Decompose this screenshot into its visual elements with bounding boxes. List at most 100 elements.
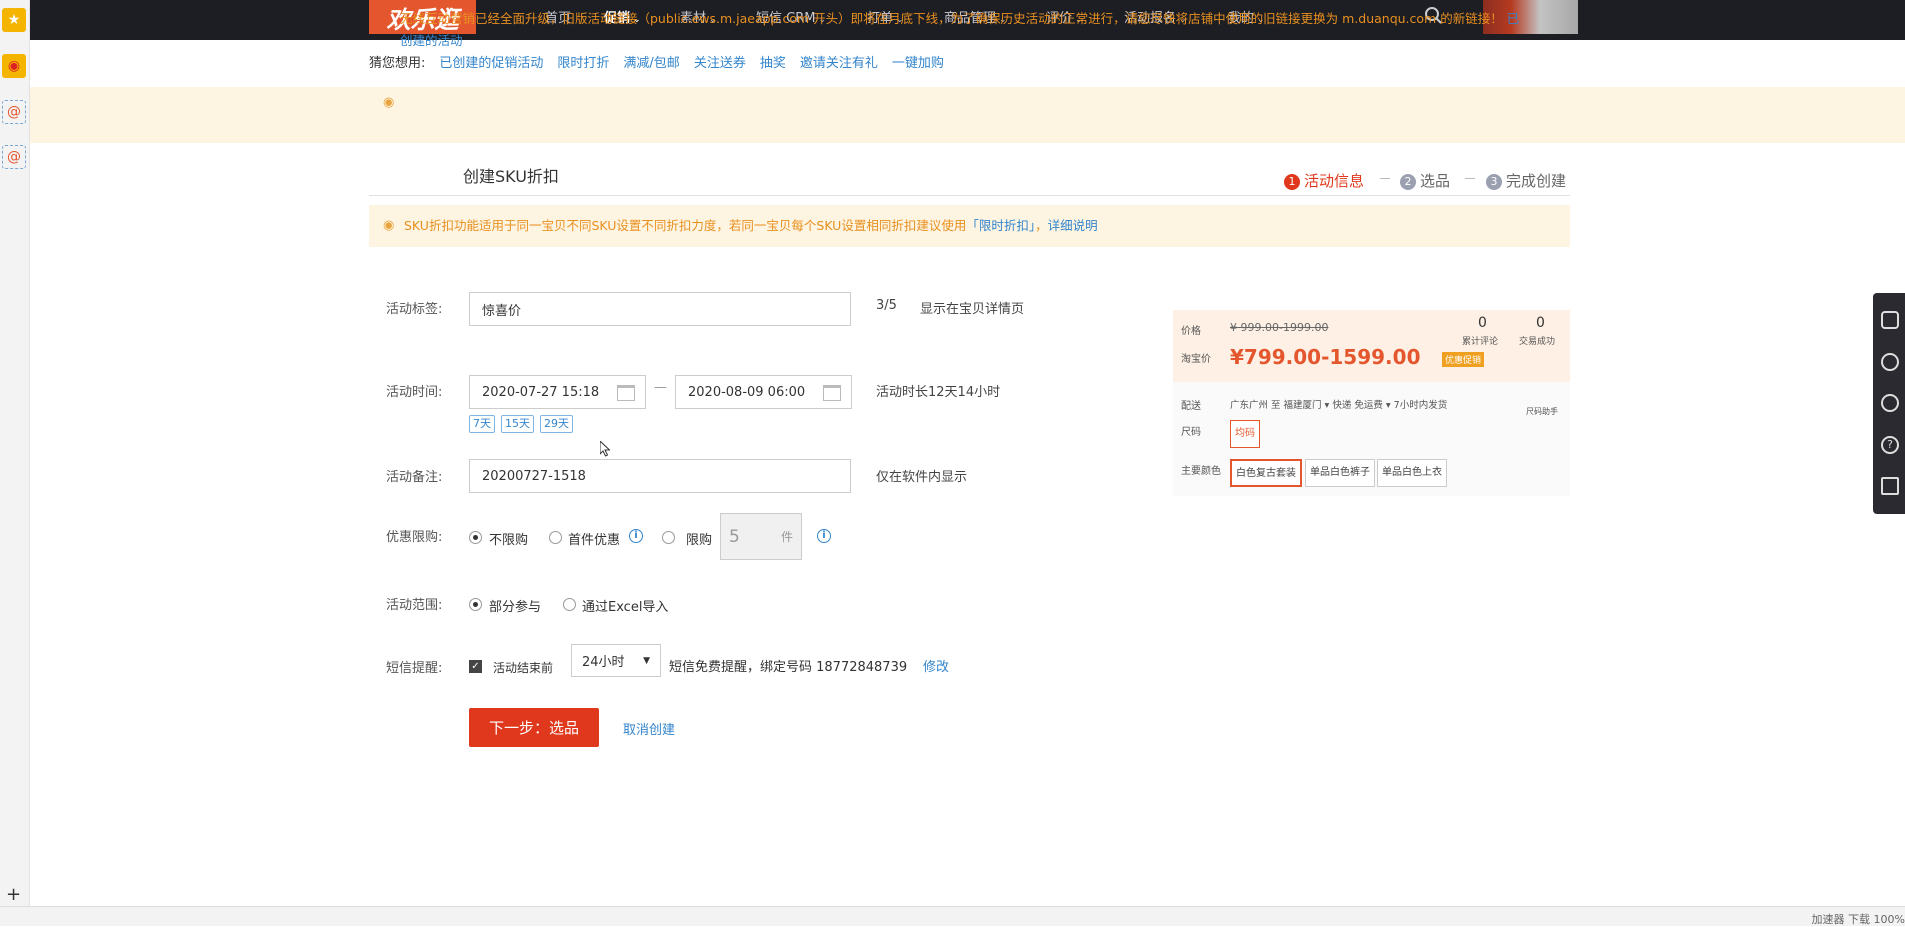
- preview-taobao-label: 淘宝价: [1181, 354, 1211, 365]
- mouse-cursor-icon: [600, 441, 610, 457]
- step-label: 活动信息: [1304, 172, 1365, 190]
- start-time-value: 2020-07-27 15:18: [482, 384, 600, 400]
- preview-size-helper: 尺码助手: [1526, 407, 1558, 416]
- weibo-icon[interactable]: ◉: [2, 54, 26, 78]
- edit-feedback-icon[interactable]: [1881, 477, 1899, 495]
- time-dash: —: [654, 380, 667, 395]
- tip-text: SKU折扣功能适用于同一宝贝不同SKU设置不同折扣力度，若同一宝贝每个SKU设置…: [404, 218, 967, 233]
- preview-color-option: 单品白色上衣: [1377, 459, 1447, 487]
- sms-checkbox[interactable]: ✓: [469, 660, 482, 673]
- suggested-link[interactable]: 限时打折: [557, 56, 609, 71]
- next-step-button[interactable]: 下一步：选品: [469, 708, 599, 747]
- radio-partial[interactable]: [469, 598, 482, 611]
- preview-reviews-label: 累计评论: [1462, 337, 1499, 347]
- notice-pin-icon: ◉: [383, 95, 395, 110]
- calendar-icon[interactable]: [617, 385, 635, 401]
- end-time-value: 2020-08-09 06:00: [688, 384, 806, 400]
- step-3: 3 完成创建: [1486, 170, 1566, 191]
- sms-info-text: 短信免费提醒，绑定号码 18772848739: [669, 660, 908, 675]
- time-label: 活动时间:: [386, 385, 443, 400]
- suggested-link[interactable]: 已创建的促销活动: [439, 56, 543, 71]
- step-label: 完成创建: [1506, 172, 1567, 190]
- preview-color-option: 白色复古套装: [1230, 459, 1302, 487]
- tip-pin-icon: ◉: [383, 218, 395, 233]
- limit-label: 优惠限购:: [386, 530, 443, 545]
- step-1: 1 活动信息: [1284, 170, 1364, 191]
- help-icon[interactable]: ?: [1881, 436, 1899, 454]
- radio-first-item-label: 首件优惠: [568, 533, 621, 548]
- preview-deals-label: 交易成功: [1519, 337, 1556, 347]
- tip-limited-discount-link[interactable]: 「限时折扣」: [966, 218, 1035, 233]
- end-time-input[interactable]: 2020-08-09 06:00: [675, 375, 852, 409]
- preview-sale-price: ¥799.00-1599.00: [1230, 345, 1421, 369]
- radio-first-item[interactable]: [549, 531, 562, 544]
- scope-label: 活动范围:: [386, 598, 443, 613]
- sms-label: 短信提醒:: [386, 661, 443, 676]
- mail-alt-icon[interactable]: @: [2, 145, 26, 169]
- first-item-info-icon[interactable]: i: [629, 529, 643, 543]
- suggested-link[interactable]: 关注送券: [694, 56, 746, 71]
- note-input[interactable]: 20200727-1518: [469, 459, 851, 493]
- suggested-link[interactable]: 抽奖: [760, 56, 786, 71]
- radio-limit-label: 限购: [686, 533, 713, 548]
- browser-left-sidebar: ★ ◉ @ @: [0, 0, 30, 926]
- browser-status-bar: 加速器 下载 100%: [0, 906, 1905, 926]
- duration-text: 活动时长12天14小时: [876, 385, 1001, 400]
- tip-separator: ，: [1035, 218, 1048, 233]
- start-time-input[interactable]: 2020-07-27 15:18: [469, 375, 646, 409]
- history-icon[interactable]: [1881, 353, 1899, 371]
- suggested-link[interactable]: 一键加购: [892, 56, 944, 71]
- radio-no-limit[interactable]: [469, 531, 482, 544]
- radio-limit[interactable]: [662, 531, 675, 544]
- radio-partial-label: 部分参与: [489, 600, 542, 615]
- sms-time-select[interactable]: 24小时 ▼: [571, 644, 661, 677]
- mail-icon[interactable]: @: [2, 100, 26, 124]
- sku-tip-banner: SKU折扣功能适用于同一宝贝不同SKU设置不同折扣力度，若同一宝贝每个SKU设置…: [369, 205, 1570, 247]
- status-bar-text: 加速器 下载 100%: [1811, 913, 1905, 926]
- preview-price-label: 价格: [1181, 326, 1201, 337]
- notice-text-block: 无线互动营销已经全面升级，旧版活动链接（public.ews.m.jaeapp.…: [400, 8, 1530, 52]
- preview-orig-price: ¥ 999.00-1999.00: [1230, 321, 1329, 334]
- favorites-star-icon[interactable]: ★: [2, 8, 26, 32]
- cancel-create-link[interactable]: 取消创建: [623, 719, 675, 738]
- tag-input[interactable]: 惊喜价: [469, 292, 851, 326]
- calendar-icon[interactable]: [823, 385, 841, 401]
- upgrade-notice-banner: [30, 87, 1905, 143]
- quick-29-days-button[interactable]: 29天: [540, 415, 573, 433]
- tip-details-link[interactable]: 详细说明: [1048, 218, 1098, 233]
- sms-edit-link[interactable]: 修改: [923, 656, 949, 675]
- suggested-links-bar: 猜您想用: 已创建的促销活动 限时打折 满减/包邮 关注送券 抽奖 邀请关注有礼 一键加购: [369, 52, 944, 71]
- note-label: 活动备注:: [386, 470, 443, 485]
- step-number: 2: [1400, 174, 1416, 190]
- right-floating-toolbar: ?: [1873, 293, 1905, 514]
- preview-ship-label: 配送: [1181, 401, 1201, 412]
- tag-hint: 显示在宝贝详情页: [920, 302, 1025, 317]
- limit-qty-unit: 件: [780, 530, 793, 544]
- limit-qty-value: 5: [729, 526, 740, 547]
- quick-15-days-button[interactable]: 15天: [501, 415, 534, 433]
- customer-service-icon[interactable]: [1881, 394, 1899, 412]
- tag-label: 活动标签:: [386, 302, 443, 317]
- note-hint: 仅在软件内显示: [876, 470, 968, 485]
- preview-ship-text: 广东广州 至 福建厦门 ▾ 快递 免运费 ▾ 7小时内发货: [1230, 400, 1448, 411]
- notice-text: 无线互动营销已经全面升级，旧版活动链接（public.ews.m.jaeapp.…: [400, 11, 1503, 26]
- limit-qty-input[interactable]: 5 件: [720, 513, 802, 560]
- preview-deals-count: 0: [1536, 315, 1545, 331]
- step-number: 3: [1486, 174, 1502, 190]
- quick-7-days-button[interactable]: 7天: [469, 415, 495, 433]
- step-2: 2 选品: [1400, 170, 1450, 191]
- suggested-link[interactable]: 邀请关注有礼: [800, 56, 878, 71]
- preview-reviews-count: 0: [1478, 315, 1487, 331]
- radio-excel-import[interactable]: [563, 598, 576, 611]
- alarm-clock-icon[interactable]: [1881, 311, 1899, 329]
- preview-color-option: 单品白色裤子: [1305, 459, 1375, 487]
- preview-size-option: 均码: [1230, 420, 1260, 448]
- add-sidebar-icon[interactable]: +: [6, 884, 21, 905]
- suggested-link[interactable]: 满减/包邮: [623, 56, 679, 71]
- radio-excel-import-label: 通过Excel导入: [582, 600, 669, 615]
- limit-info-icon[interactable]: i: [817, 529, 831, 543]
- step-separator: [1465, 178, 1475, 179]
- radio-no-limit-label: 不限购: [489, 533, 529, 548]
- preview-promo-badge: 优惠促销: [1442, 352, 1485, 367]
- title-divider: [369, 195, 1570, 196]
